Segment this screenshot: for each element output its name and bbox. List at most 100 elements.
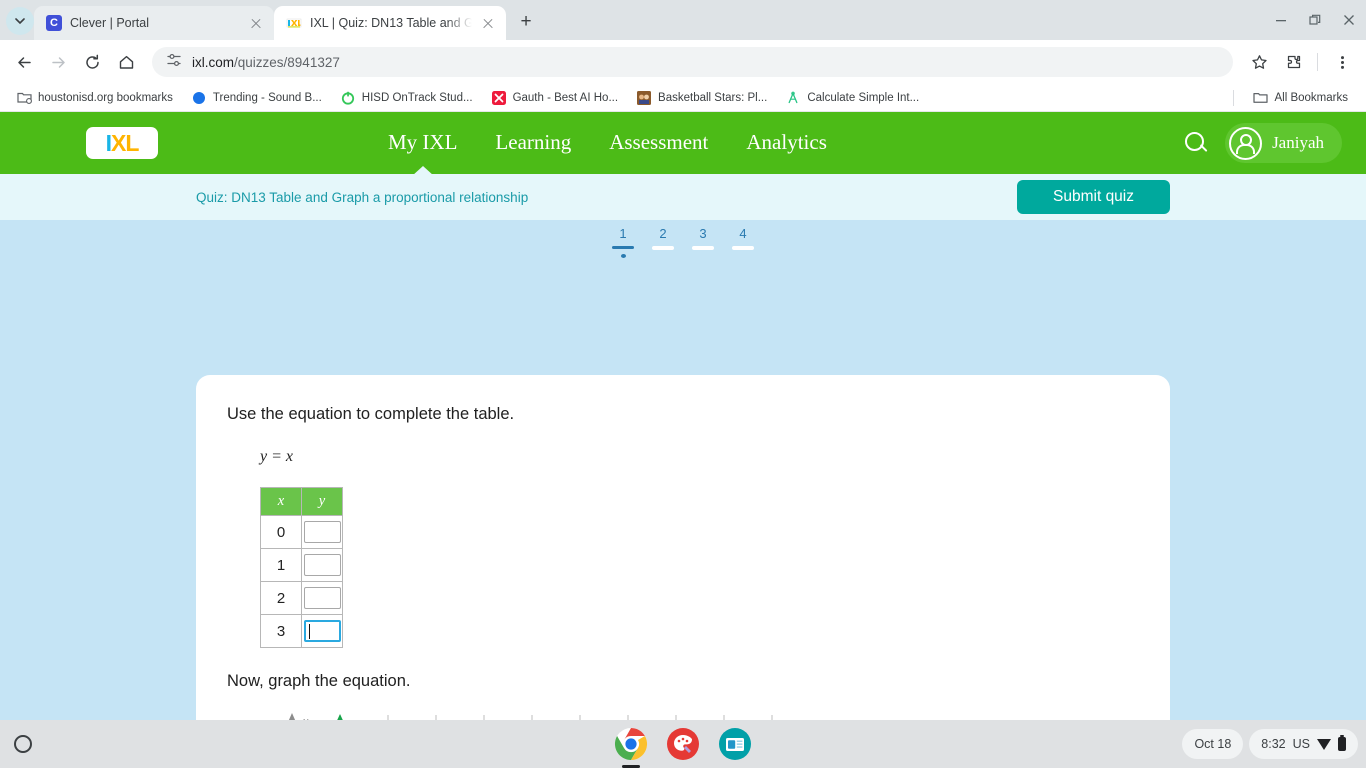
all-bookmarks-button[interactable]: All Bookmarks	[1245, 87, 1357, 109]
puzzle-icon[interactable]	[1277, 46, 1309, 78]
gauth-icon	[491, 90, 507, 106]
star-icon[interactable]	[1243, 46, 1275, 78]
date-pill[interactable]: Oct 18	[1182, 729, 1244, 759]
tab-search-button[interactable]	[6, 7, 34, 35]
address-bar[interactable]: ixl.com/quizzes/8941327	[152, 47, 1233, 77]
browser-toolbar: ixl.com/quizzes/8941327	[0, 40, 1366, 84]
system-tray[interactable]: 8:32 US	[1249, 729, 1358, 759]
shelf-date: Oct 18	[1194, 737, 1232, 751]
close-icon[interactable]	[480, 15, 496, 31]
y-input-box[interactable]	[303, 521, 341, 543]
user-menu-button[interactable]: Janiyah	[1225, 123, 1342, 163]
slides-icon[interactable]	[718, 727, 752, 761]
shelf-time: 8:32	[1261, 737, 1286, 751]
three-dot-menu-icon[interactable]	[1326, 46, 1358, 78]
tab-strip: C Clever | Portal IXL | Quiz: DN13 Table…	[0, 0, 1366, 40]
forward-icon[interactable]	[42, 46, 74, 78]
back-icon[interactable]	[8, 46, 40, 78]
all-bookmarks-label: All Bookmarks	[1274, 91, 1349, 104]
question-tab-2[interactable]: 2	[643, 226, 683, 258]
compass-icon	[785, 90, 801, 106]
reload-icon[interactable]	[76, 46, 108, 78]
browser-tab-clever[interactable]: C Clever | Portal	[34, 6, 274, 40]
restore-icon[interactable]	[1298, 4, 1332, 36]
shelf-status-area: Oct 18 8:32 US	[1182, 729, 1358, 759]
x-value: 3	[260, 614, 302, 648]
tab-title: IXL | Quiz: DN13 Table and Gra	[310, 16, 472, 30]
shelf-app-icons	[614, 727, 752, 768]
table-row: 2	[260, 581, 343, 615]
bookmark-label: Calculate Simple Int...	[807, 91, 920, 104]
bookmark-label: Trending - Sound B...	[212, 91, 322, 104]
submit-quiz-button[interactable]: Submit quiz	[1017, 180, 1170, 214]
ixl-main-nav: My IXL Learning Assessment Analytics	[388, 129, 827, 176]
bookmark-item[interactable]: Calculate Simple Int...	[777, 87, 927, 109]
table-header-row: x y	[260, 487, 343, 516]
window-controls	[1264, 0, 1366, 40]
minimize-icon[interactable]	[1264, 4, 1298, 36]
question-tab-3[interactable]: 3	[683, 226, 723, 258]
quiz-bar: Quiz: DN13 Table and Graph a proportiona…	[0, 174, 1366, 220]
question-underline	[732, 246, 754, 250]
question-underline	[612, 246, 634, 250]
paint-canvas-icon[interactable]	[666, 727, 700, 761]
green-ring-icon	[340, 90, 356, 106]
bookmark-label: Gauth - Best AI Ho...	[512, 91, 619, 104]
new-tab-button[interactable]: +	[512, 8, 540, 36]
quiz-title: Quiz: DN13 Table and Graph a proportiona…	[196, 189, 529, 205]
nav-item-learning[interactable]: Learning	[495, 130, 571, 157]
bookmark-item[interactable]: Trending - Sound B...	[183, 87, 330, 109]
question-number: 1	[619, 226, 627, 241]
ixl-header-right: Janiyah	[1183, 123, 1342, 163]
user-avatar-icon	[1229, 126, 1263, 160]
question-underline	[692, 246, 714, 250]
ixl-icon	[286, 15, 302, 31]
user-name: Janiyah	[1272, 133, 1324, 152]
y-input-box[interactable]	[303, 554, 341, 576]
y-input-box-focused[interactable]	[303, 620, 341, 642]
x-value: 1	[260, 548, 302, 582]
x-value: 0	[260, 515, 302, 549]
site-settings-icon[interactable]	[166, 52, 182, 73]
browser-window: C Clever | Portal IXL | Quiz: DN13 Table…	[0, 0, 1366, 768]
graph-prompt: Now, graph the equation.	[227, 672, 411, 690]
bookmark-item[interactable]: HISD OnTrack Stud...	[332, 87, 481, 109]
current-question-dot-icon	[620, 254, 626, 258]
url-path: /quizzes/8941327	[234, 54, 340, 70]
nav-item-my-ixl[interactable]: My IXL	[388, 129, 458, 176]
search-icon[interactable]	[1183, 130, 1209, 156]
y-input-cell[interactable]	[301, 515, 343, 549]
tab-title: Clever | Portal	[70, 16, 149, 30]
bookmark-label: HISD OnTrack Stud...	[361, 91, 473, 104]
y-input-cell[interactable]	[301, 581, 343, 615]
bookmark-item[interactable]: Gauth - Best AI Ho...	[483, 87, 626, 109]
question-tab-1[interactable]: 1	[603, 226, 643, 258]
ixl-logo[interactable]: IXL	[86, 127, 158, 159]
toolbar-divider	[1317, 53, 1318, 71]
y-input-cell[interactable]	[301, 614, 343, 648]
blue-circle-icon	[191, 90, 207, 106]
home-icon[interactable]	[110, 46, 142, 78]
browser-tab-ixl[interactable]: IXL | Quiz: DN13 Table and Gra	[274, 6, 506, 40]
question-card: Use the equation to complete the table. …	[196, 375, 1170, 768]
y-input-cell[interactable]	[301, 548, 343, 582]
question-tab-4[interactable]: 4	[723, 226, 763, 258]
wifi-icon	[1317, 738, 1331, 750]
bookmark-item[interactable]: Basketball Stars: Pl...	[628, 87, 775, 109]
launcher-circle-icon[interactable]	[14, 735, 32, 753]
nav-label: My IXL	[388, 129, 458, 154]
question-prompt: Use the equation to complete the table.	[227, 405, 515, 423]
value-table: x y 0 1 2 3	[260, 487, 343, 648]
y-input-box[interactable]	[303, 587, 341, 609]
nav-item-assessment[interactable]: Assessment	[609, 130, 708, 157]
table-row: 3	[260, 614, 343, 648]
bookmark-item[interactable]: houstonisd.org bookmarks	[8, 87, 181, 109]
close-icon[interactable]	[1332, 4, 1366, 36]
bookmark-label: houstonisd.org bookmarks	[38, 91, 173, 104]
basketball-stars-icon	[636, 90, 652, 106]
nav-item-analytics[interactable]: Analytics	[746, 130, 826, 157]
equation-text: y = x	[260, 448, 293, 465]
table-row: 0	[260, 515, 343, 549]
chrome-icon[interactable]	[614, 727, 648, 768]
close-icon[interactable]	[248, 15, 264, 31]
